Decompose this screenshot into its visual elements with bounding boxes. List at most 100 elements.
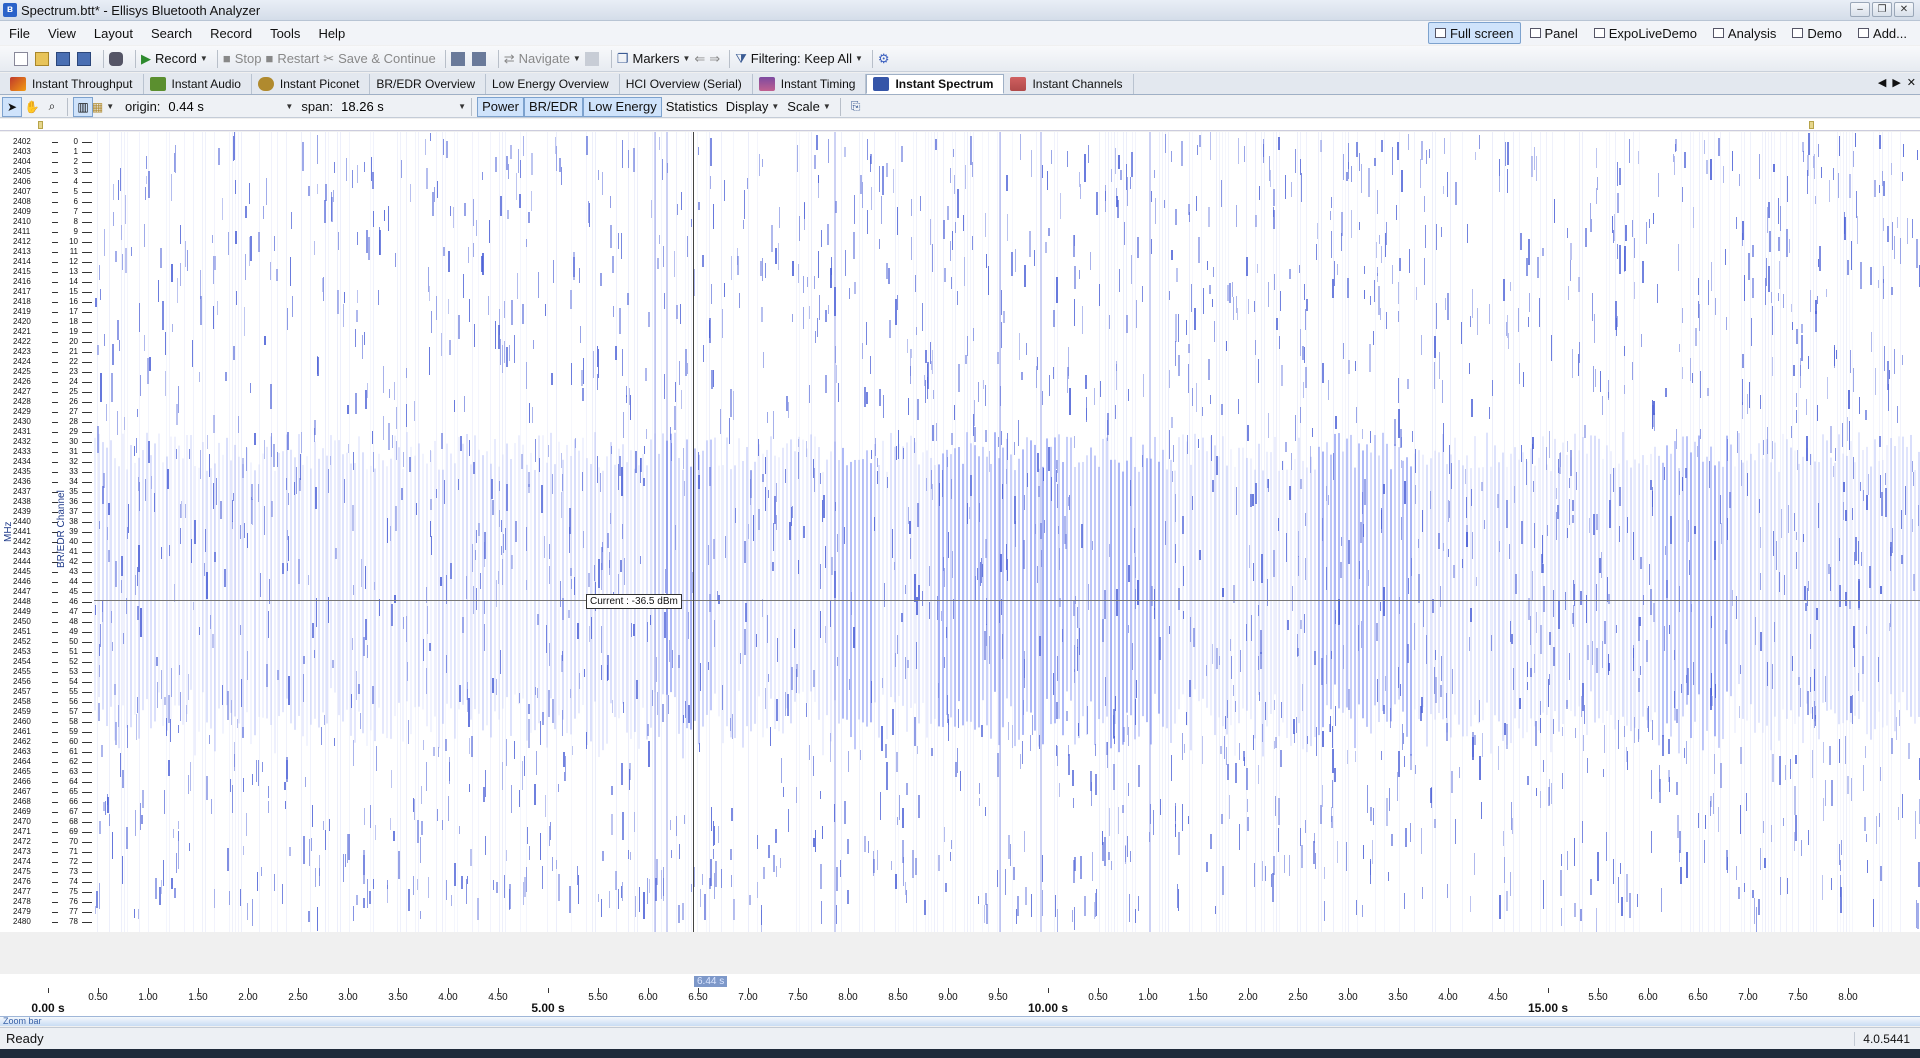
set-marker-button[interactable] [450,51,468,66]
marker-prev-button[interactable]: ⇐ [694,51,705,67]
perspective-expolivedemo[interactable]: ExpoLiveDemo [1587,22,1704,44]
tab-scroll-right-icon[interactable]: ▶ [1892,76,1900,89]
packet-trace [1506,500,1508,528]
find-button[interactable] [109,51,126,66]
settings-button[interactable]: ⚙ [878,51,890,67]
tab-bredr-overview[interactable]: BR/EDR Overview [370,74,486,94]
tab-instant-throughput[interactable]: Instant Throughput [4,74,144,94]
spectrogram-panel[interactable]: MHz BR/EDR Channel 2402 0 2403 1 2404 2 2405 3 2… [0,132,1920,932]
time-axis[interactable]: 6.44 s 0.00 s 0.50 1.00 1.50 2.00 2.50 3.00 3.5… [0,974,1920,1016]
packet-trace [1018,420,1019,446]
menu-file[interactable]: File [0,26,39,41]
time-ruler[interactable] [0,119,1920,131]
scale-menu[interactable]: Scale ▼ [783,97,834,117]
power-toggle[interactable]: Power [477,96,524,117]
packet-trace [1470,896,1471,912]
pointer-tool-button[interactable]: ➤ [2,96,22,117]
save-all-button[interactable] [77,51,94,66]
packet-trace [888,268,890,284]
tab-close-icon[interactable]: ✕ [1907,76,1916,89]
le-band-column [1810,453,1812,714]
copy-image-button[interactable]: ⎘ [846,97,866,117]
time-cursor-line[interactable] [693,132,694,932]
packet-trace [1913,472,1914,486]
tab-instant-audio[interactable]: Instant Audio [144,74,252,94]
packet-trace [1879,185,1880,193]
menu-view[interactable]: View [39,26,85,41]
packet-trace [362,335,363,359]
packet-trace [140,803,141,830]
span-input[interactable] [337,97,456,116]
y-tick-label-channel: 49 [69,627,78,636]
zoom-bar[interactable]: Zoom bar [0,1016,1920,1026]
filtering-button[interactable]: ⧩ Filtering: Keep All ▼ [735,51,863,67]
close-icon[interactable]: ✕ [1894,2,1914,17]
menu-layout[interactable]: Layout [85,26,142,41]
packet-trace [1034,250,1035,266]
minimize-icon[interactable]: – [1850,2,1870,17]
packet-trace [1363,524,1364,537]
navigate-button[interactable]: ⇄ Navigate ▼ [504,51,581,67]
packet-trace [1865,410,1867,420]
perspective-panel[interactable]: Panel [1523,22,1585,44]
span-dropdown-icon[interactable]: ▼ [458,102,466,111]
le-band-column [1290,469,1292,746]
record-button[interactable]: ▶ Record ▼ [141,51,208,67]
bredr-toggle[interactable]: BR/EDR [523,96,584,117]
packet-trace [601,665,602,680]
packet-trace [1680,867,1682,884]
packet-trace [1107,413,1109,435]
restore-icon[interactable]: ❐ [1872,2,1892,17]
perspective-full-screen[interactable]: Full screen [1427,22,1521,44]
packet-trace [676,305,678,319]
marker-next-button[interactable]: ⇒ [709,51,720,67]
markers-button[interactable]: ❐ Markers ▼ [617,51,691,67]
open-file-button[interactable] [35,51,52,66]
save-button[interactable] [56,51,73,66]
new-file-button[interactable] [14,51,31,66]
pan-tool-button[interactable]: ✋ [22,97,42,117]
split-view-button[interactable]: ▥ [73,96,93,117]
low-energy-toggle[interactable]: Low Energy [583,96,662,117]
tab-instant-timing[interactable]: Instant Timing [753,74,867,94]
packet-trace [1874,180,1876,197]
restart-button[interactable]: ■ Restart [265,51,319,66]
menu-help[interactable]: Help [309,26,354,41]
stop-button[interactable]: ■ Stop [223,51,262,66]
zoom-tool-button[interactable]: ⌕ [42,97,62,117]
perspective-demo[interactable]: Demo [1785,22,1849,44]
navigate-go-button[interactable] [584,51,602,66]
tab-instant-channels[interactable]: Instant Channels [1004,74,1134,94]
display-menu[interactable]: Display ▼ [722,97,784,117]
statistics-button[interactable]: Statistics [662,97,722,117]
x-tick-label: 6.00 [1638,992,1658,1003]
packet-trace [1391,834,1393,846]
le-band-column [94,437,96,711]
packet-trace [205,529,206,552]
packet-trace [1476,577,1477,586]
packet-trace [1659,779,1661,803]
range-end-marker[interactable] [1809,121,1814,129]
tab-hci-overview-serial[interactable]: HCI Overview (Serial) [620,74,753,94]
tab-scroll-left-icon[interactable]: ◀ [1878,76,1886,89]
activity-column [997,132,998,932]
menu-record[interactable]: Record [201,26,261,41]
packet-trace [1740,665,1741,674]
origin-input[interactable] [164,97,283,116]
color-palette-button[interactable]: ▦ ▼ [92,97,114,117]
packet-trace [622,812,624,840]
spectrogram-canvas[interactable] [94,132,1920,932]
le-band-column [402,469,404,742]
perspective-add[interactable]: Add... [1851,22,1914,44]
packet-trace [1227,285,1229,301]
menu-search[interactable]: Search [142,26,201,41]
range-start-marker[interactable] [38,121,43,129]
tab-instant-piconet[interactable]: Instant Piconet [252,74,371,94]
perspective-analysis[interactable]: Analysis [1706,22,1783,44]
tab-instant-spectrum[interactable]: Instant Spectrum [866,74,1005,94]
origin-dropdown-icon[interactable]: ▼ [285,102,293,111]
reset-marker-button[interactable] [471,51,489,66]
save-continue-button[interactable]: ✂ Save & Continue [323,51,435,67]
tab-low-energy-overview[interactable]: Low Energy Overview [486,74,620,94]
menu-tools[interactable]: Tools [261,26,309,41]
